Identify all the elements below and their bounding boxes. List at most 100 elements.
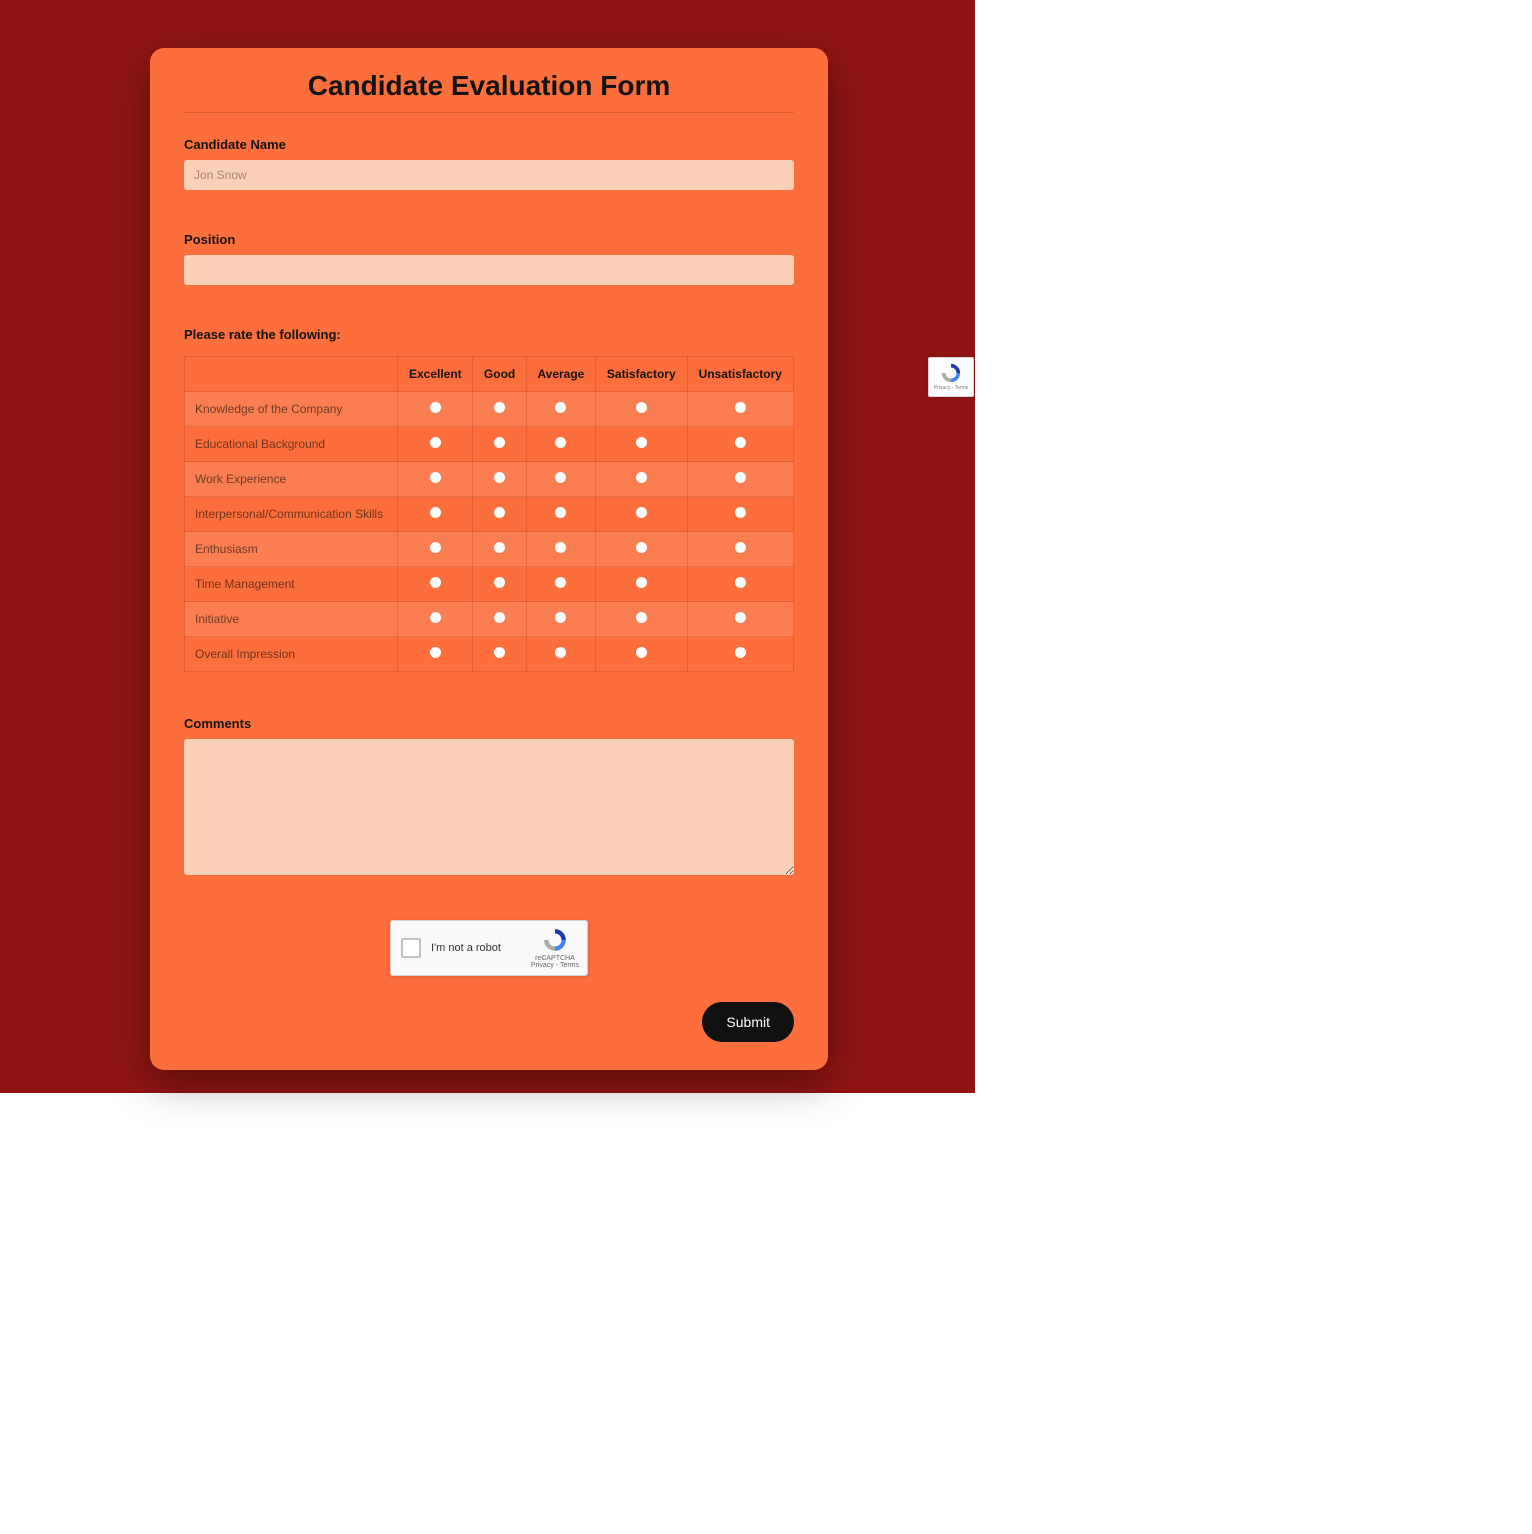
submit-button[interactable]: Submit	[702, 1002, 794, 1042]
rating-cell	[473, 427, 526, 462]
form-title: Candidate Evaluation Form	[184, 70, 794, 113]
rating-radio[interactable]	[636, 577, 647, 588]
rating-radio[interactable]	[494, 437, 505, 448]
recaptcha-badge-privacy[interactable]: Privacy	[934, 385, 950, 391]
rating-radio[interactable]	[636, 647, 647, 658]
rating-radio[interactable]	[636, 472, 647, 483]
table-row: Interpersonal/Communication Skills	[185, 497, 794, 532]
rating-cell	[398, 532, 473, 567]
rating-radio[interactable]	[636, 612, 647, 623]
rating-radio[interactable]	[636, 402, 647, 413]
rating-radio[interactable]	[430, 437, 441, 448]
rating-radio[interactable]	[555, 507, 566, 518]
recaptcha-checkbox[interactable]	[401, 938, 421, 958]
rating-radio[interactable]	[555, 472, 566, 483]
rating-cell	[596, 392, 687, 427]
rating-header-unsatisfactory: Unsatisfactory	[687, 357, 793, 392]
rating-radio[interactable]	[430, 577, 441, 588]
rating-radio[interactable]	[555, 437, 566, 448]
rating-radio[interactable]	[636, 507, 647, 518]
recaptcha-logo-icon	[542, 927, 568, 953]
rating-radio[interactable]	[494, 402, 505, 413]
submit-row: Submit	[184, 1002, 794, 1042]
rating-cell	[398, 392, 473, 427]
criterion-label: Time Management	[185, 567, 398, 602]
evaluation-form-card: Candidate Evaluation Form Candidate Name…	[150, 48, 828, 1070]
rating-cell	[473, 392, 526, 427]
rating-cell	[687, 392, 793, 427]
rating-radio[interactable]	[735, 542, 746, 553]
rating-cell	[526, 427, 595, 462]
criterion-label: Initiative	[185, 602, 398, 637]
recaptcha-terms-link[interactable]: Terms	[560, 962, 579, 969]
rating-cell	[473, 567, 526, 602]
rating-radio[interactable]	[430, 612, 441, 623]
rating-cell	[596, 462, 687, 497]
table-row: Initiative	[185, 602, 794, 637]
rating-radio[interactable]	[555, 402, 566, 413]
rating-radio[interactable]	[735, 437, 746, 448]
rating-radio[interactable]	[636, 437, 647, 448]
table-row: Knowledge of the Company	[185, 392, 794, 427]
rating-header-satisfactory: Satisfactory	[596, 357, 687, 392]
rating-cell	[398, 462, 473, 497]
recaptcha-brand: reCAPTCHA	[531, 955, 579, 962]
rating-cell	[526, 462, 595, 497]
rating-header-average: Average	[526, 357, 595, 392]
recaptcha-badge-links: Privacy - Terms	[929, 385, 973, 391]
criterion-label: Overall Impression	[185, 637, 398, 672]
position-input[interactable]	[184, 255, 794, 285]
rating-radio[interactable]	[430, 402, 441, 413]
rating-radio[interactable]	[555, 612, 566, 623]
rating-radio[interactable]	[494, 577, 505, 588]
rating-table: Excellent Good Average Satisfactory Unsa…	[184, 356, 794, 672]
rating-radio[interactable]	[555, 542, 566, 553]
rating-radio[interactable]	[494, 612, 505, 623]
rating-radio[interactable]	[735, 612, 746, 623]
rating-radio[interactable]	[494, 542, 505, 553]
candidate-name-input[interactable]	[184, 160, 794, 190]
rating-cell	[526, 532, 595, 567]
rating-cell	[473, 497, 526, 532]
rating-header-blank	[185, 357, 398, 392]
criterion-label: Educational Background	[185, 427, 398, 462]
rating-radio[interactable]	[735, 472, 746, 483]
rating-cell	[398, 567, 473, 602]
rating-cell	[526, 567, 595, 602]
recaptcha-privacy-link[interactable]: Privacy	[531, 962, 554, 969]
recaptcha-links: Privacy - Terms	[531, 962, 579, 969]
comments-label: Comments	[184, 716, 794, 731]
rating-radio[interactable]	[735, 402, 746, 413]
rating-radio[interactable]	[735, 507, 746, 518]
rating-cell	[596, 567, 687, 602]
rating-radio[interactable]	[430, 542, 441, 553]
recaptcha-left: I'm not a robot	[401, 938, 501, 958]
rating-radio[interactable]	[636, 542, 647, 553]
rating-radio[interactable]	[430, 647, 441, 658]
recaptcha-badge-terms[interactable]: Terms	[955, 385, 969, 391]
rating-cell	[398, 427, 473, 462]
criterion-label: Enthusiasm	[185, 532, 398, 567]
candidate-name-field: Candidate Name	[184, 137, 794, 190]
recaptcha-badge-icon	[940, 362, 962, 384]
rating-radio[interactable]	[555, 577, 566, 588]
rating-radio[interactable]	[735, 577, 746, 588]
rating-radio[interactable]	[555, 647, 566, 658]
rating-cell	[526, 392, 595, 427]
rating-radio[interactable]	[494, 507, 505, 518]
rating-cell	[596, 532, 687, 567]
table-row: Enthusiasm	[185, 532, 794, 567]
rating-radio[interactable]	[430, 472, 441, 483]
rating-radio[interactable]	[494, 647, 505, 658]
rating-radio[interactable]	[430, 507, 441, 518]
rating-header-row: Excellent Good Average Satisfactory Unsa…	[185, 357, 794, 392]
rating-cell	[687, 602, 793, 637]
rating-cell	[473, 462, 526, 497]
recaptcha-badge[interactable]: Privacy - Terms	[928, 357, 974, 397]
rating-radio[interactable]	[494, 472, 505, 483]
rating-cell	[596, 497, 687, 532]
rating-radio[interactable]	[735, 647, 746, 658]
rating-cell	[473, 637, 526, 672]
rating-cell	[687, 497, 793, 532]
comments-input[interactable]	[184, 739, 794, 875]
